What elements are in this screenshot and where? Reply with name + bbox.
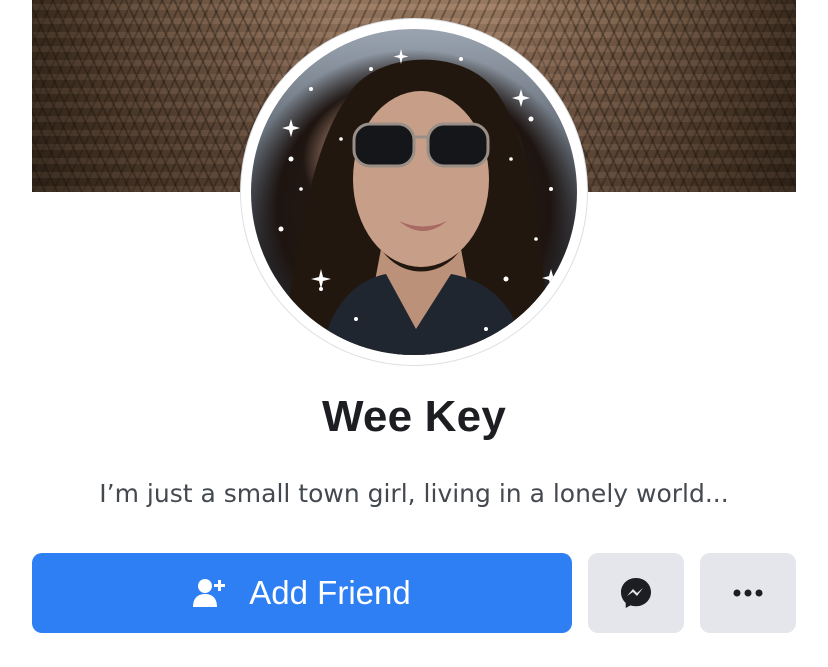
message-button[interactable] (588, 553, 684, 633)
profile-photo-illustration (278, 49, 560, 355)
add-friend-label: Add Friend (249, 574, 411, 611)
more-options-button[interactable] (700, 553, 796, 633)
add-person-icon (193, 577, 227, 609)
profile-name: Wee Key (321, 392, 507, 441)
add-friend-button[interactable]: Add Friend (32, 553, 572, 633)
messenger-icon (619, 576, 653, 610)
profile-picture[interactable] (251, 29, 577, 355)
profile-header: Wee Key I’m just a small town girl, livi… (0, 0, 828, 667)
profile-bio: I’m just a small town girl, living in a … (99, 479, 729, 508)
profile-picture-frame[interactable] (241, 19, 587, 365)
more-options-icon (733, 589, 763, 597)
